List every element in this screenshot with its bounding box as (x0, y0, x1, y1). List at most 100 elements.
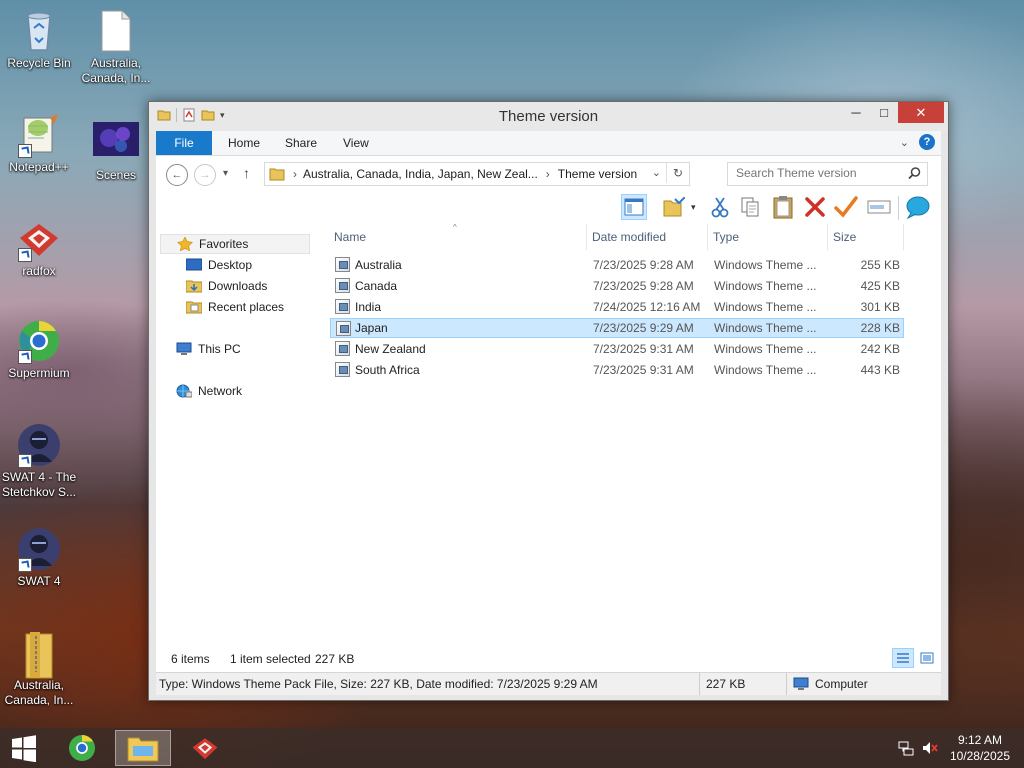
close-button[interactable]: ✕ (898, 102, 944, 123)
desktop-icon-label: SWAT 4 - The Stetchkov S... (1, 470, 77, 499)
file-explorer-window: ▾ Theme version ─ □ ✕ File Home Share Vi… (148, 101, 949, 701)
tab-share[interactable]: Share (273, 131, 329, 155)
column-header-name[interactable]: Name (329, 224, 587, 250)
maximize-button[interactable]: □ (870, 102, 898, 123)
nav-network-label: Network (198, 384, 243, 398)
file-row[interactable]: South Africa 7/23/2025 9:31 AM Windows T… (330, 360, 904, 380)
file-row[interactable]: Canada 7/23/2025 9:28 AM Windows Theme .… (330, 276, 904, 296)
help-icon[interactable]: ? (919, 134, 935, 150)
cut-button[interactable] (707, 194, 733, 220)
nav-this-pc[interactable]: This PC (176, 339, 241, 359)
file-name: South Africa (355, 363, 420, 377)
back-button[interactable]: ← (166, 164, 188, 186)
details-location-label: Computer (815, 677, 868, 691)
column-header-size[interactable]: Size (828, 224, 904, 250)
nav-favorites[interactable]: Favorites (160, 234, 310, 254)
network-tray-icon[interactable] (898, 740, 914, 756)
search-input[interactable] (728, 163, 906, 183)
nav-network[interactable]: Network (176, 381, 242, 401)
file-date: 7/23/2025 9:31 AM (593, 342, 694, 356)
details-size: 227 KB (699, 673, 786, 695)
taskbar-supermium[interactable] (54, 730, 110, 766)
file-size: 425 KB (860, 279, 900, 293)
computer-icon (176, 342, 192, 355)
taskbar-radfox[interactable] (177, 730, 233, 766)
file-date: 7/23/2025 9:29 AM (593, 321, 694, 335)
desktop-icon-swat4-stetchkov[interactable]: SWAT 4 - The Stetchkov S... (1, 422, 77, 500)
desktop-icon-notepad-plus-plus[interactable]: Notepad++ (1, 112, 77, 175)
search-icon[interactable] (908, 167, 921, 180)
file-row[interactable]: Australia 7/23/2025 9:28 AM Windows Them… (330, 255, 904, 275)
tab-file[interactable]: File (156, 131, 212, 155)
desktop-icon-australia-folder[interactable]: Australia, Canada, In... (1, 630, 77, 708)
breadcrumb-current[interactable]: Theme version (558, 167, 637, 181)
forward-button[interactable]: → (194, 164, 216, 186)
address-dropdown-icon[interactable]: ⌄ (652, 166, 661, 179)
volume-muted-icon[interactable] (922, 740, 938, 756)
folder-icon (269, 168, 285, 181)
properties-button[interactable] (866, 194, 892, 220)
file-size: 242 KB (860, 342, 900, 356)
desktop-icon-recycle-bin[interactable]: Recycle Bin (1, 8, 77, 71)
desktop-icon-scenes[interactable]: Scenes (78, 120, 154, 183)
nav-desktop[interactable]: Desktop (186, 255, 252, 275)
shortcut-arrow-icon (18, 144, 32, 158)
start-button[interactable] (0, 730, 48, 766)
taskbar-file-explorer[interactable] (115, 730, 171, 766)
speech-bubble-icon (906, 196, 930, 219)
desktop-icon-label: SWAT 4 (17, 574, 61, 588)
recent-locations-button[interactable]: ▾ (223, 168, 228, 179)
preview-pane-icon (624, 198, 644, 216)
breadcrumb-separator: › (293, 167, 297, 181)
delete-button[interactable] (802, 194, 828, 220)
rename-field-icon (867, 200, 891, 214)
tab-home[interactable]: Home (216, 131, 272, 155)
column-header-date-modified[interactable]: Date modified (587, 224, 708, 250)
rename-confirm-button[interactable] (833, 194, 859, 220)
file-row[interactable]: New Zealand 7/23/2025 9:31 AM Windows Th… (330, 339, 904, 359)
desktop-icon-australia-file[interactable]: Australia, Canada, In... (78, 8, 154, 86)
desktop-icon-supermium[interactable]: Supermium (1, 318, 77, 381)
minimize-button[interactable]: ─ (842, 102, 870, 123)
search-box[interactable] (727, 162, 928, 186)
file-size: 255 KB (860, 258, 900, 272)
refresh-icon[interactable]: ↻ (666, 163, 689, 183)
details-view-button[interactable] (892, 648, 914, 668)
copy-icon (741, 197, 759, 217)
desktop-icon-label: Scenes (95, 168, 137, 182)
navigation-pane: Favorites Desktop Downloads Recent place… (156, 224, 321, 646)
recycle-bin-icon (16, 8, 62, 54)
system-clock[interactable]: 9:12 AM 10/28/2025 (950, 732, 1010, 764)
clipboard-icon (773, 196, 793, 219)
star-icon (177, 237, 193, 251)
preview-pane-button[interactable] (621, 194, 647, 220)
column-header-type[interactable]: Type (708, 224, 828, 250)
windows-logo-icon (12, 735, 36, 762)
move-to-button[interactable] (661, 194, 687, 220)
desktop-icon-radfox[interactable]: radfox (1, 216, 77, 279)
expand-ribbon-icon[interactable]: ⌄ (900, 136, 909, 149)
file-row-selected[interactable]: Japan 7/23/2025 9:29 AM Windows Theme ..… (330, 318, 904, 338)
tab-view[interactable]: View (331, 131, 381, 155)
large-icons-view-button[interactable] (916, 648, 938, 668)
desktop-icon-label: Australia, Canada, In... (81, 56, 151, 85)
theme-pack-file-icon (336, 321, 351, 336)
move-to-dropdown-icon[interactable]: ▾ (691, 202, 696, 213)
swat4-icon (16, 526, 62, 572)
title-bar[interactable]: ▾ Theme version ─ □ ✕ (149, 102, 948, 131)
nav-recent-places[interactable]: Recent places (186, 297, 284, 317)
file-date: 7/23/2025 9:28 AM (593, 258, 694, 272)
move-to-folder-icon (663, 197, 685, 217)
breadcrumb-parent[interactable]: Australia, Canada, India, Japan, New Zea… (303, 167, 538, 181)
up-button[interactable]: ↑ (243, 165, 250, 181)
chat-button[interactable] (905, 194, 931, 220)
nav-downloads[interactable]: Downloads (186, 276, 267, 296)
file-size: 443 KB (860, 363, 900, 377)
desktop-icon-swat4[interactable]: SWAT 4 (1, 526, 77, 589)
paste-button[interactable] (770, 194, 796, 220)
copy-button[interactable] (737, 194, 763, 220)
desktop-icon-label: Supermium (8, 366, 70, 380)
desktop-icon-label: Recycle Bin (7, 56, 71, 70)
address-bar[interactable]: › Australia, Canada, India, Japan, New Z… (264, 162, 690, 186)
file-row[interactable]: India 7/24/2025 12:16 AM Windows Theme .… (330, 297, 904, 317)
